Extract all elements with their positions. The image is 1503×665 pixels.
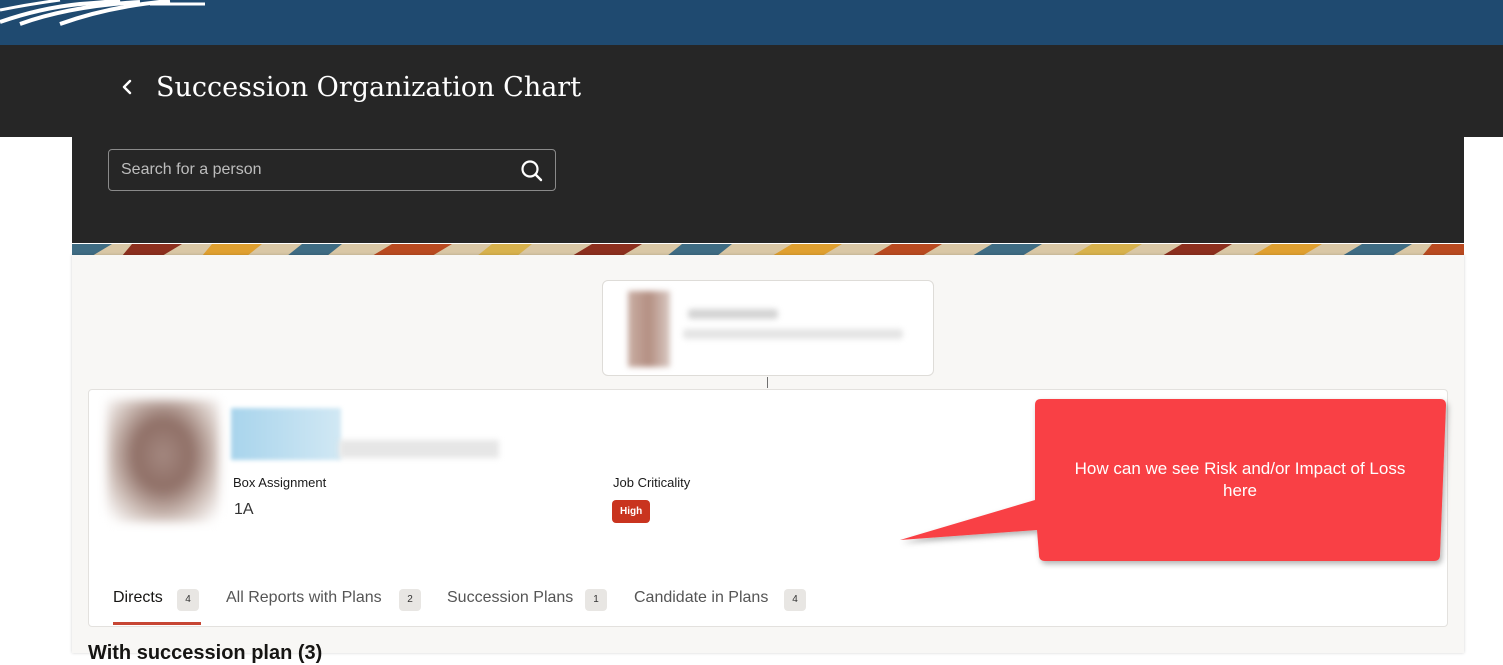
section-heading: With succession plan (3) bbox=[88, 642, 323, 664]
tab-count-badge: 4 bbox=[177, 589, 199, 611]
tab-label: All Reports with Plans bbox=[226, 589, 382, 606]
active-tab-indicator bbox=[113, 622, 201, 625]
search-icon bbox=[521, 160, 543, 182]
manager-avatar bbox=[628, 291, 670, 367]
manager-title-redacted bbox=[683, 329, 903, 339]
employee-name-redacted bbox=[231, 408, 341, 460]
tab-label: Directs bbox=[113, 589, 163, 606]
logo-waves-icon bbox=[0, 0, 205, 26]
org-connector-line bbox=[767, 377, 768, 388]
tab-directs[interactable]: Directs 4 bbox=[113, 580, 203, 626]
page-title: Succession Organization Chart bbox=[156, 72, 582, 103]
top-brand-bar bbox=[0, 0, 1503, 45]
tab-candidate-in-plans[interactable]: Candidate in Plans 4 bbox=[634, 580, 814, 626]
tab-label: Candidate in Plans bbox=[634, 589, 769, 606]
tab-count-badge: 1 bbox=[585, 589, 607, 611]
job-criticality-badge: High bbox=[612, 500, 651, 523]
manager-name-redacted bbox=[688, 309, 778, 319]
manager-card[interactable] bbox=[602, 280, 934, 376]
search-button[interactable] bbox=[519, 158, 545, 184]
tab-succession-plans[interactable]: Succession Plans 1 bbox=[447, 580, 617, 626]
tab-count-badge: 2 bbox=[399, 589, 421, 611]
search-input[interactable] bbox=[109, 150, 509, 190]
chevron-left-icon bbox=[122, 79, 132, 95]
employee-title-redacted bbox=[339, 440, 499, 458]
employee-avatar bbox=[107, 400, 219, 522]
tab-label: Succession Plans bbox=[447, 589, 574, 606]
tab-count-badge: 4 bbox=[784, 589, 806, 611]
box-assignment-value: 1A bbox=[234, 501, 254, 518]
tab-all-reports-with-plans[interactable]: All Reports with Plans 2 bbox=[226, 580, 426, 626]
job-criticality-label: Job Criticality bbox=[613, 475, 691, 490]
callout-text: How can we see Risk and/or Impact of Los… bbox=[1074, 459, 1406, 500]
decorative-banner bbox=[72, 243, 1464, 255]
search-box bbox=[108, 149, 556, 191]
back-button[interactable] bbox=[112, 70, 142, 104]
box-assignment-label: Box Assignment bbox=[233, 475, 327, 490]
